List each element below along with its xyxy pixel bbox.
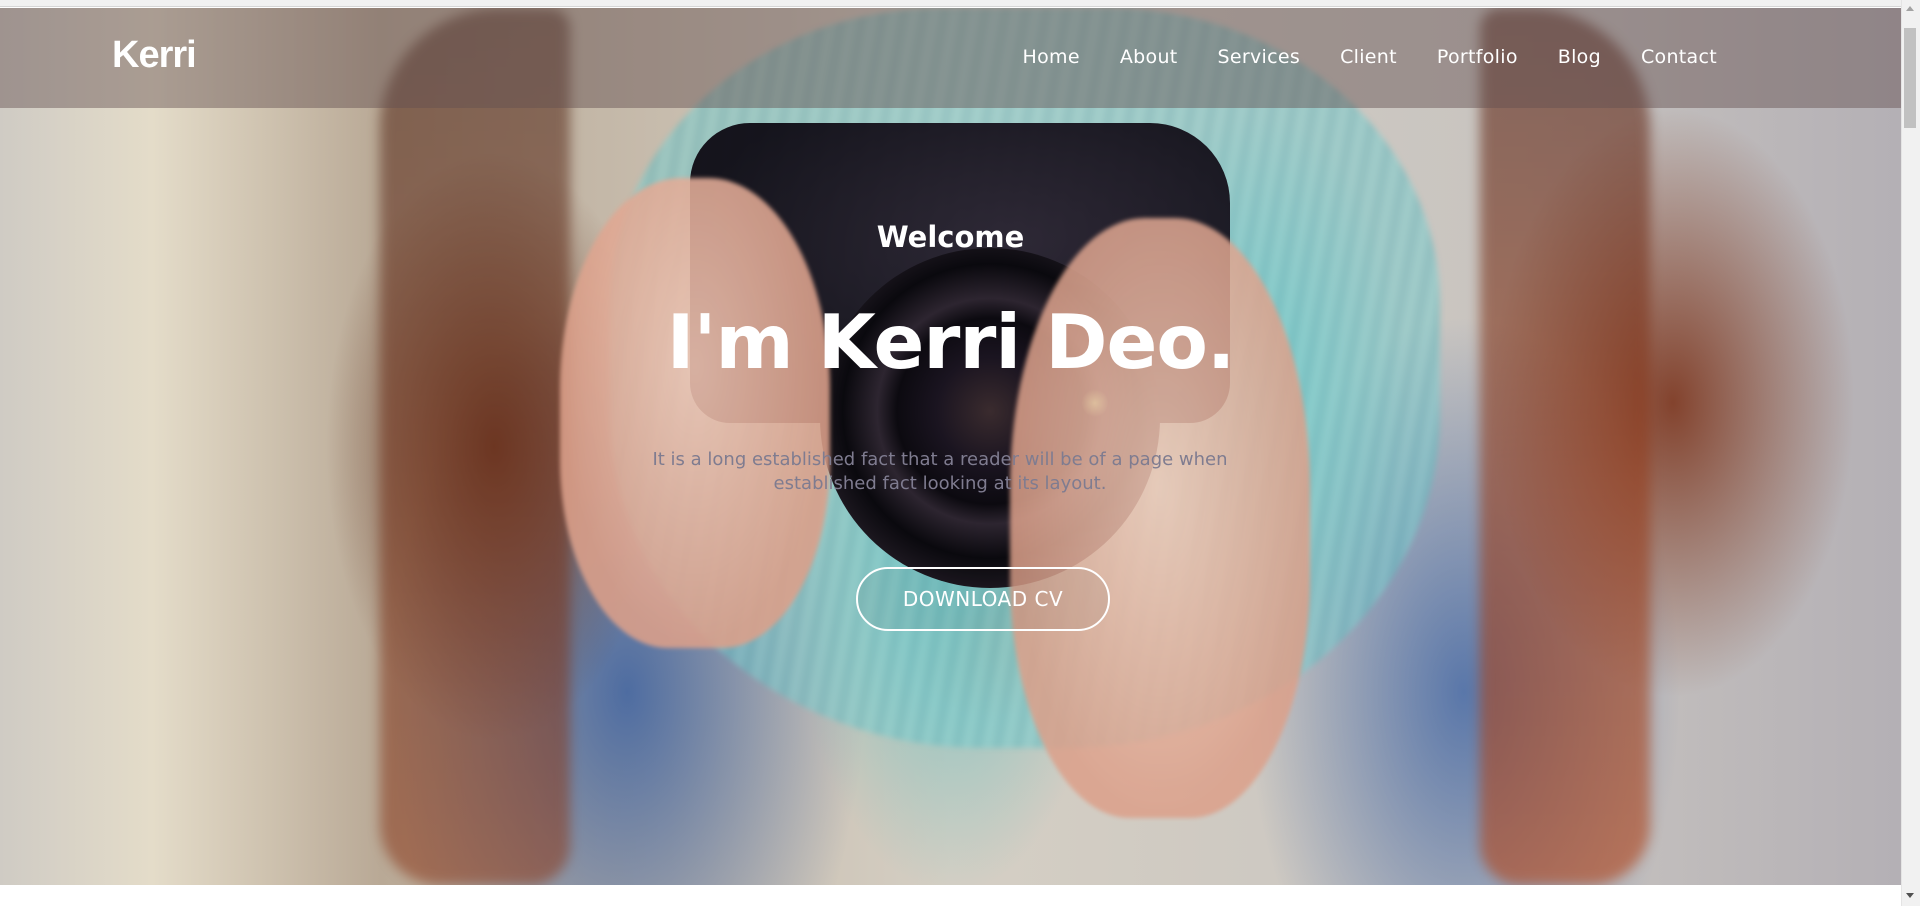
nav-about[interactable]: About	[1120, 46, 1178, 68]
nav-home[interactable]: Home	[1023, 46, 1080, 68]
top-navbar: Kerri Home About Services Client Portfol…	[0, 8, 1901, 108]
site-logo[interactable]: Kerri	[112, 34, 197, 77]
nav-blog[interactable]: Blog	[1558, 46, 1601, 68]
scrollbar-thumb[interactable]	[1904, 28, 1916, 128]
hero-headline: I'm Kerri Deo.	[666, 298, 1236, 386]
hero-welcome: Welcome	[876, 220, 1025, 254]
page-bottom-area	[0, 885, 1901, 906]
main-nav: Home About Services Client Portfolio Blo…	[983, 46, 1717, 68]
nav-contact[interactable]: Contact	[1641, 46, 1717, 68]
nav-portfolio[interactable]: Portfolio	[1437, 46, 1518, 68]
scroll-down-arrow-icon[interactable]	[1906, 893, 1914, 898]
nav-services[interactable]: Services	[1218, 46, 1301, 68]
hero-section: Kerri Home About Services Client Portfol…	[0, 8, 1901, 885]
nav-client[interactable]: Client	[1340, 46, 1397, 68]
browser-top-edge	[0, 0, 1901, 7]
hero-subtext: It is a long established fact that a rea…	[652, 449, 1228, 494]
vertical-scrollbar[interactable]	[1901, 0, 1920, 906]
hero-image-hair-left	[380, 8, 570, 885]
scroll-up-arrow-icon[interactable]	[1906, 6, 1914, 11]
download-cv-button[interactable]: DOWNLOAD CV	[856, 567, 1110, 631]
hero-image-hair-right	[1480, 8, 1650, 885]
